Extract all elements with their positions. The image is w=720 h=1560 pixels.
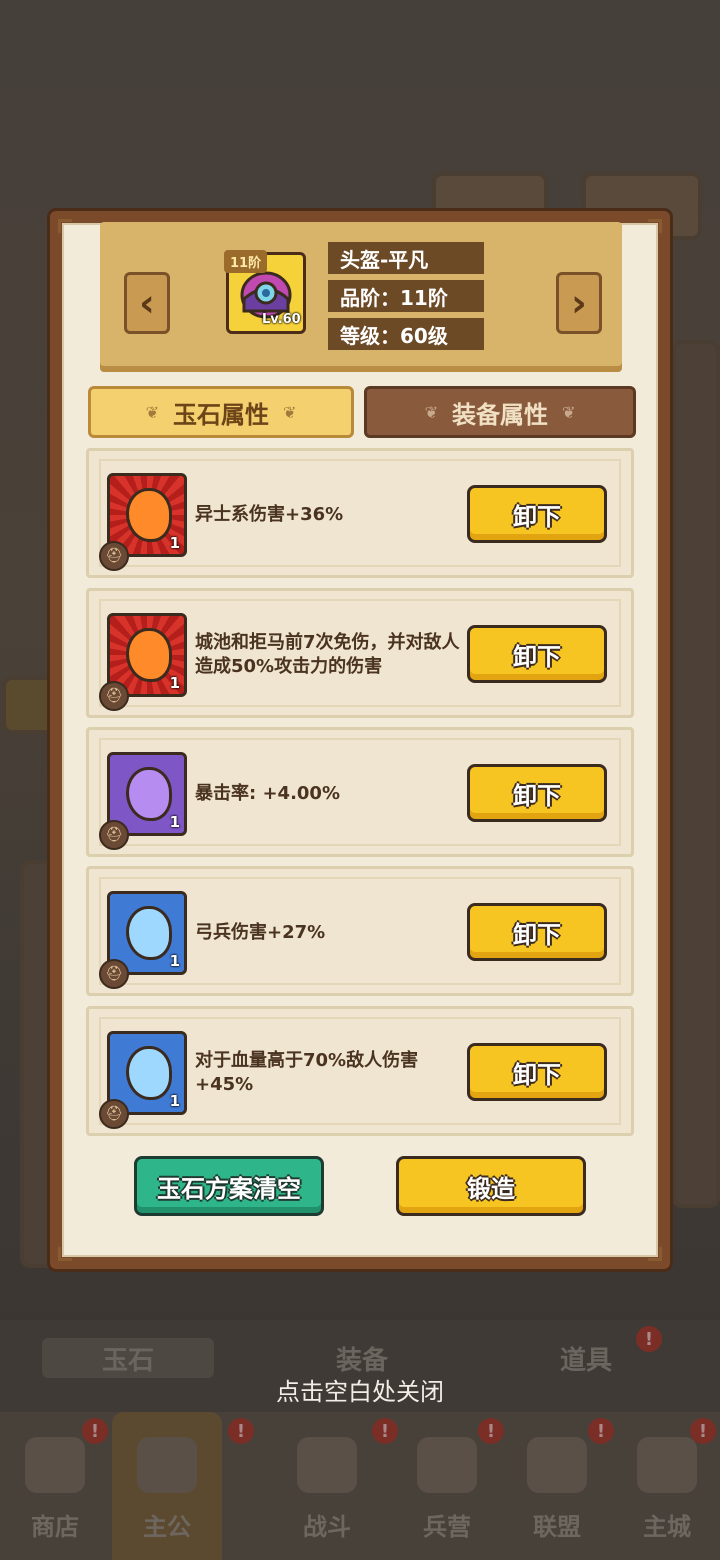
unequip-button[interactable]: 卸下 [467,485,607,543]
jade-effect: 城池和拒马前7次免伤，并对敌人造成50%攻击力的伤害 [195,632,460,677]
level-badge: Lv.60 [262,312,301,327]
alert-icon: ! [636,1326,662,1352]
jade-row: 1 ⛑ 暴击率: +4.00% 卸下 [86,727,634,857]
lord-badge-icon: ⛑ [99,959,129,989]
lord-badge-icon: ⛑ [99,820,129,850]
alert-icon: ! [690,1418,716,1444]
chevron-left-icon[interactable]: ‹ [124,272,170,334]
corner-ornament [648,219,662,233]
chevron-right-icon[interactable]: › [556,272,602,334]
alert-icon: ! [588,1418,614,1444]
tier-badge: 11阶 [224,250,268,273]
unequip-button[interactable]: 卸下 [467,764,607,822]
tab-equipment-attributes[interactable]: ❦ 装备属性 ❦ [364,386,636,438]
jade-effect: 异士系伤害+36% [195,504,344,525]
shop-icon [25,1437,85,1493]
close-hint[interactable]: 点击空白处关闭 [0,1372,720,1407]
alert-icon: ! [228,1418,254,1444]
lord-icon [137,1437,197,1493]
tab-label: 玉石属性 [173,400,269,429]
jade-row: 1 ⛑ 异士系伤害+36% 卸下 [86,448,634,578]
jade-row: 1 ⛑ 弓兵伤害+27% 卸下 [86,866,634,996]
alert-icon: ! [478,1418,504,1444]
background-card [672,340,720,1208]
forge-button[interactable]: 锻造 [396,1156,586,1216]
unequip-button[interactable]: 卸下 [467,625,607,683]
jade-row: 1 ⛑ 对于血量高于70%敌人伤害+45% 卸下 [86,1006,634,1136]
corner-ornament [648,1247,662,1261]
unequip-button[interactable]: 卸下 [467,903,607,961]
ornament-icon: ❦ [145,402,159,422]
map-icon [637,1437,697,1493]
lord-badge-icon: ⛑ [99,681,129,711]
tab-jade-attributes[interactable]: ❦ 玉石属性 ❦ [88,386,354,438]
nav-battle[interactable]: 战斗 [272,1412,382,1560]
equipment-quality: 品阶：11阶 [328,280,484,312]
jade-count: 1 [169,674,180,692]
alert-icon: ! [372,1418,398,1444]
ornament-icon: ❦ [562,402,576,422]
equipment-name: 头盔-平凡 [328,242,484,274]
jade-row: 1 ⛑ 城池和拒马前7次免伤，并对敌人造成50%攻击力的伤害 卸下 [86,588,634,718]
bow-icon [417,1437,477,1493]
jade-count: 1 [169,952,180,970]
tab-label: 装备属性 [452,400,548,429]
nav-lord[interactable]: 主公 [112,1412,222,1560]
jade-effect: 对于血量高于70%敌人伤害+45% [195,1050,419,1095]
lord-badge-icon: ⛑ [99,1099,129,1129]
lord-badge-icon: ⛑ [99,541,129,571]
flag-icon [527,1437,587,1493]
equipment-level: 等级：60级 [328,318,484,350]
clear-jade-plan-button[interactable]: 玉石方案清空 [134,1156,324,1216]
jade-count: 1 [169,534,180,552]
crossed-swords-icon [297,1437,357,1493]
alert-icon: ! [82,1418,108,1444]
ornament-icon: ❦ [424,402,438,422]
jade-effect: 弓兵伤害+27% [195,922,326,943]
corner-ornament [58,1247,72,1261]
jade-effect: 暴击率: +4.00% [195,783,340,804]
unequip-button[interactable]: 卸下 [467,1043,607,1101]
ornament-icon: ❦ [283,402,297,422]
jade-count: 1 [169,813,180,831]
corner-ornament [58,219,72,233]
jade-count: 1 [169,1092,180,1110]
